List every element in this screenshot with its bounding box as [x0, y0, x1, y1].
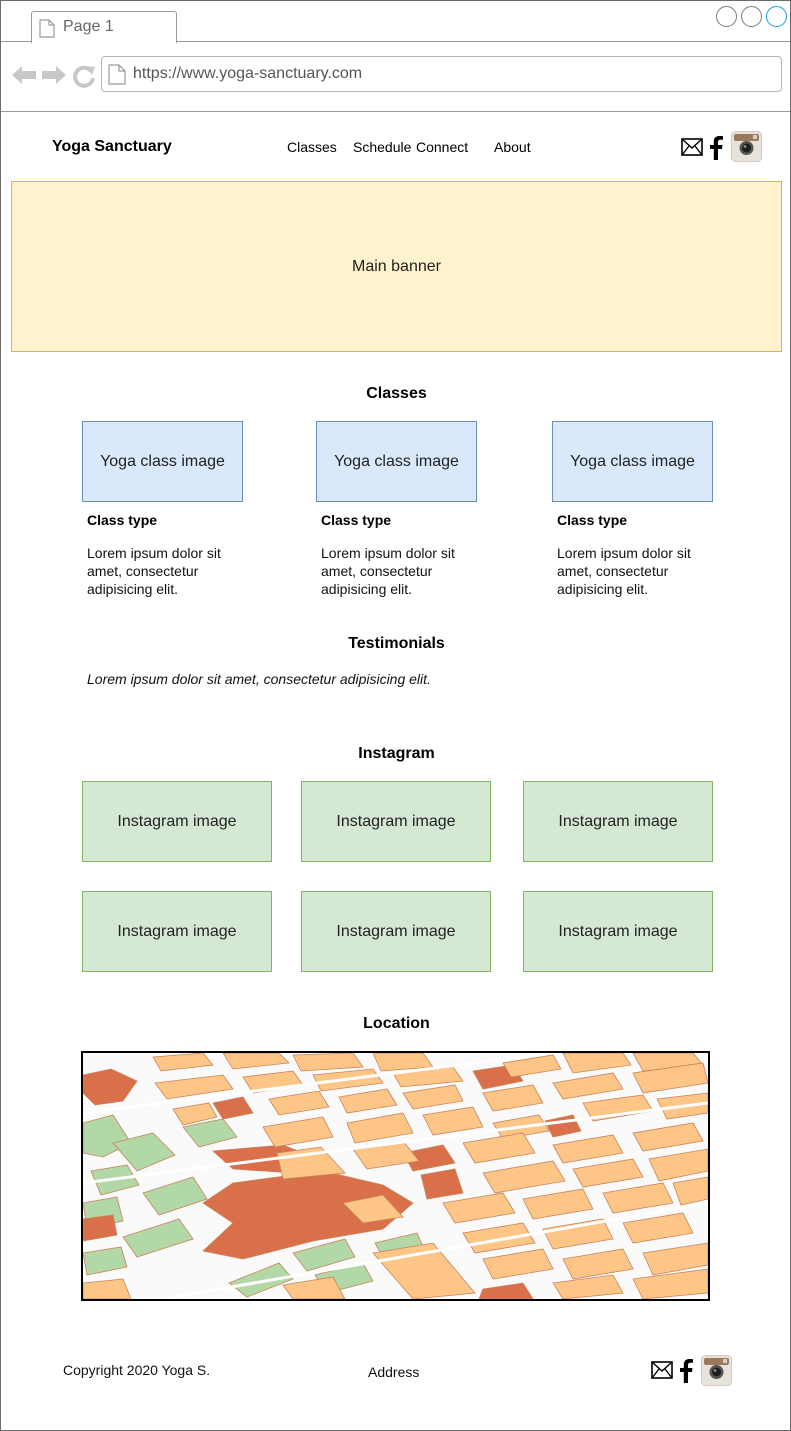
class-type-1[interactable]: Class type [87, 512, 157, 528]
url-text: https://www.yoga-sanctuary.com [133, 65, 363, 82]
class-description-3: Lorem ipsum dolor sit amet, consectetur … [557, 545, 691, 597]
main-banner: Main banner [11, 181, 782, 352]
mail-icon[interactable] [681, 138, 703, 156]
classes-heading: Classes [366, 385, 427, 402]
mail-icon[interactable] [651, 1361, 673, 1379]
instagram-image-5[interactable]: Instagram image [301, 891, 491, 972]
instagram-heading: Instagram [358, 745, 435, 762]
nav-schedule[interactable]: Schedule [353, 139, 411, 155]
location-heading: Location [363, 1015, 430, 1032]
class-image-1[interactable]: Yoga class image [82, 421, 243, 502]
testimonial-quote: Lorem ipsum dolor sit amet, consectetur … [87, 671, 431, 687]
location-map[interactable] [81, 1051, 710, 1301]
class-description-2: Lorem ipsum dolor sit amet, consectetur … [321, 545, 455, 597]
back-arrow-icon[interactable] [11, 64, 37, 86]
minimize-button[interactable] [716, 6, 737, 27]
site-brand[interactable]: Yoga Sanctuary [52, 138, 172, 156]
url-bar[interactable]: https://www.yoga-sanctuary.com [101, 56, 782, 92]
page-icon [39, 19, 55, 38]
footer-address[interactable]: Address [368, 1364, 419, 1380]
close-button[interactable] [766, 6, 787, 27]
instagram-icon[interactable] [731, 131, 762, 162]
city-map-graphic [83, 1053, 708, 1299]
maximize-button[interactable] [741, 6, 762, 27]
instagram-image-2[interactable]: Instagram image [301, 781, 491, 862]
testimonials-heading: Testimonials [348, 635, 445, 652]
tab-label: Page 1 [63, 18, 114, 35]
class-type-2[interactable]: Class type [321, 512, 391, 528]
instagram-image-3[interactable]: Instagram image [523, 781, 713, 862]
class-description-1: Lorem ipsum dolor sit amet, consectetur … [87, 545, 221, 597]
address-row: https://www.yoga-sanctuary.com [1, 42, 790, 112]
nav-connect[interactable]: Connect [416, 139, 468, 155]
class-type-3[interactable]: Class type [557, 512, 627, 528]
banner-label: Main banner [352, 257, 441, 275]
class-image-2[interactable]: Yoga class image [316, 421, 477, 502]
facebook-icon[interactable] [678, 1358, 694, 1384]
nav-about[interactable]: About [494, 139, 531, 155]
footer-copyright: Copyright 2020 Yoga S. [63, 1362, 211, 1378]
page-icon [108, 64, 126, 85]
instagram-image-6[interactable]: Instagram image [523, 891, 713, 972]
browser-window: Page 1 https://www.yoga-sanctuary.com Yo… [0, 0, 791, 1431]
instagram-image-4[interactable]: Instagram image [82, 891, 272, 972]
refresh-icon[interactable] [72, 64, 96, 88]
nav-classes[interactable]: Classes [287, 139, 337, 155]
instagram-icon[interactable] [701, 1355, 732, 1386]
tab-page-1[interactable]: Page 1 [31, 11, 177, 43]
facebook-icon[interactable] [708, 135, 724, 161]
instagram-image-1[interactable]: Instagram image [82, 781, 272, 862]
forward-arrow-icon[interactable] [41, 64, 67, 86]
class-image-3[interactable]: Yoga class image [552, 421, 713, 502]
tab-bar: Page 1 [1, 1, 790, 43]
